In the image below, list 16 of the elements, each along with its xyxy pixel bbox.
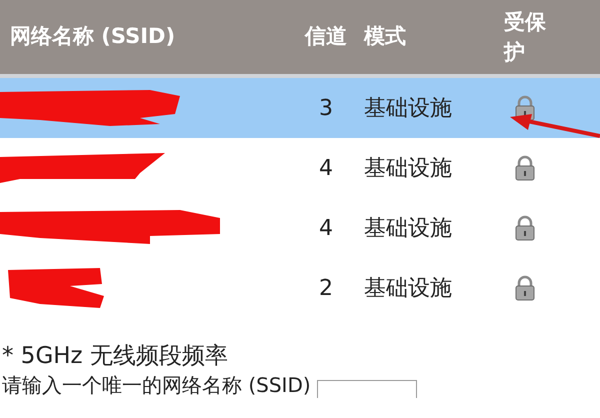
channel-cell-text: 3 [318, 94, 334, 122]
mode-cell-text: 基础设施 [364, 94, 453, 122]
column-header: 模式 [364, 23, 407, 50]
column-header: 信道 [303, 23, 348, 50]
column-header: 网络名称 (SSID) [10, 23, 176, 50]
mode-cell-text: 基础设施 [364, 214, 453, 242]
column-header: 受保护 [504, 9, 547, 66]
channel-cell-text: 2 [318, 274, 334, 302]
band-note: * 5GHz 无线频段频率 [2, 342, 229, 370]
channel-cell-text: 4 [318, 154, 334, 182]
channel-cell-text: 4 [318, 214, 334, 242]
input-field[interactable] [316, 380, 417, 398]
mode-cell-text: 基础设施 [364, 274, 453, 302]
instruction-text: 请输入一个唯一的网络名称 (SSID) [2, 372, 311, 398]
mode-cell-text: 基础设施 [364, 154, 453, 182]
network-row[interactable]: 3 基础设施 [0, 78, 600, 138]
